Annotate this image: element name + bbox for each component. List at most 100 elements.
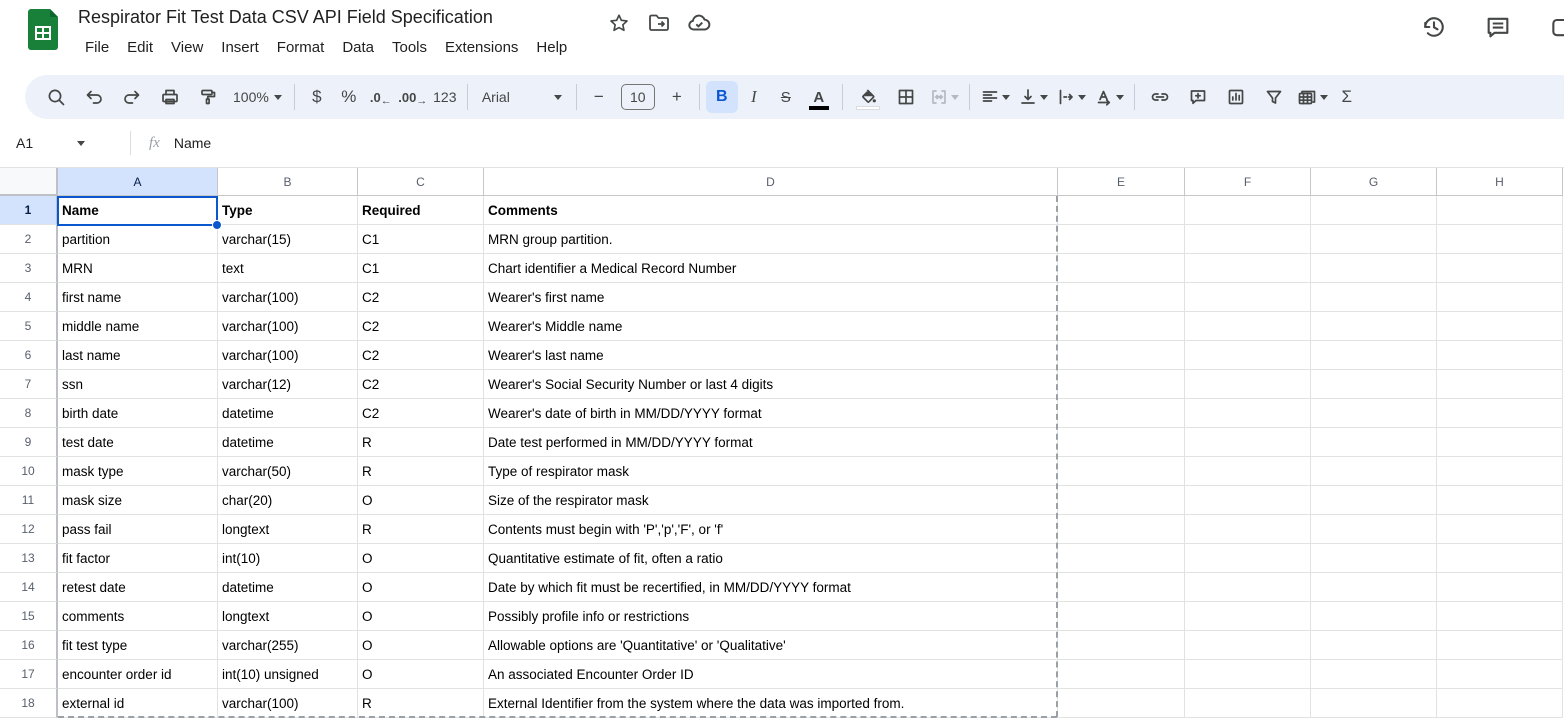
cell-E7[interactable]	[1058, 370, 1185, 399]
cell-F15[interactable]	[1185, 602, 1311, 631]
increase-decimal-button[interactable]: .00→	[397, 81, 429, 113]
cell-D11[interactable]: Size of the respirator mask	[484, 486, 1058, 515]
cell-D7[interactable]: Wearer's Social Security Number or last …	[484, 370, 1058, 399]
cell-E14[interactable]	[1058, 573, 1185, 602]
cell-C4[interactable]: C2	[358, 283, 484, 312]
cell-E5[interactable]	[1058, 312, 1185, 341]
cell-F7[interactable]	[1185, 370, 1311, 399]
decrease-decimal-button[interactable]: .0←	[365, 81, 397, 113]
cell-G17[interactable]	[1311, 660, 1437, 689]
cell-C3[interactable]: C1	[358, 254, 484, 283]
cell-B10[interactable]: varchar(50)	[218, 457, 358, 486]
horizontal-align-button[interactable]	[976, 81, 1014, 113]
cell-H3[interactable]	[1437, 254, 1563, 283]
show-comments-icon[interactable]	[1484, 13, 1512, 41]
cell-G9[interactable]	[1311, 428, 1437, 457]
row-header-14[interactable]: 14	[0, 573, 58, 602]
cell-E16[interactable]	[1058, 631, 1185, 660]
cell-E2[interactable]	[1058, 225, 1185, 254]
sheets-logo-icon[interactable]	[28, 9, 58, 51]
column-header-A[interactable]: A	[58, 168, 218, 196]
row-header-11[interactable]: 11	[0, 486, 58, 515]
row-header-6[interactable]: 6	[0, 341, 58, 370]
increase-font-size-button[interactable]: +	[661, 81, 693, 113]
cell-D1[interactable]: Comments	[484, 196, 1058, 225]
row-header-8[interactable]: 8	[0, 399, 58, 428]
name-box[interactable]: A1	[0, 135, 118, 151]
cell-B17[interactable]: int(10) unsigned	[218, 660, 358, 689]
cell-H5[interactable]	[1437, 312, 1563, 341]
table-views-button[interactable]	[1293, 81, 1331, 113]
cloud-saved-icon[interactable]	[686, 10, 712, 36]
cell-B5[interactable]: varchar(100)	[218, 312, 358, 341]
cell-H14[interactable]	[1437, 573, 1563, 602]
cell-H13[interactable]	[1437, 544, 1563, 573]
cell-E1[interactable]	[1058, 196, 1185, 225]
row-header-3[interactable]: 3	[0, 254, 58, 283]
cell-A5[interactable]: middle name	[58, 312, 218, 341]
cell-E10[interactable]	[1058, 457, 1185, 486]
cell-D16[interactable]: Allowable options are 'Quantitative' or …	[484, 631, 1058, 660]
cell-F17[interactable]	[1185, 660, 1311, 689]
column-header-G[interactable]: G	[1311, 168, 1437, 196]
cell-A6[interactable]: last name	[58, 341, 218, 370]
cell-H9[interactable]	[1437, 428, 1563, 457]
create-filter-button[interactable]	[1255, 81, 1293, 113]
text-color-button[interactable]: A	[802, 81, 836, 113]
menu-file[interactable]: File	[76, 36, 118, 59]
cell-C13[interactable]: O	[358, 544, 484, 573]
cell-E6[interactable]	[1058, 341, 1185, 370]
cell-F6[interactable]	[1185, 341, 1311, 370]
cell-F9[interactable]	[1185, 428, 1311, 457]
cell-E3[interactable]	[1058, 254, 1185, 283]
cell-F2[interactable]	[1185, 225, 1311, 254]
cell-F10[interactable]	[1185, 457, 1311, 486]
cell-D8[interactable]: Wearer's date of birth in MM/DD/YYYY for…	[484, 399, 1058, 428]
cell-C15[interactable]: O	[358, 602, 484, 631]
paint-format-icon[interactable]	[189, 81, 227, 113]
fill-color-button[interactable]	[849, 81, 887, 113]
cell-A9[interactable]: test date	[58, 428, 218, 457]
cell-F4[interactable]	[1185, 283, 1311, 312]
cell-F16[interactable]	[1185, 631, 1311, 660]
column-header-H[interactable]: H	[1437, 168, 1563, 196]
cell-G15[interactable]	[1311, 602, 1437, 631]
menu-data[interactable]: Data	[333, 36, 383, 59]
cell-C11[interactable]: O	[358, 486, 484, 515]
cell-A1[interactable]: Name	[58, 196, 218, 225]
menu-tools[interactable]: Tools	[383, 36, 436, 59]
cell-D9[interactable]: Date test performed in MM/DD/YYYY format	[484, 428, 1058, 457]
row-header-17[interactable]: 17	[0, 660, 58, 689]
cell-E18[interactable]	[1058, 689, 1185, 718]
cell-H6[interactable]	[1437, 341, 1563, 370]
cell-C10[interactable]: R	[358, 457, 484, 486]
cell-G5[interactable]	[1311, 312, 1437, 341]
row-header-1[interactable]: 1	[0, 196, 58, 225]
formula-input[interactable]: Name	[174, 135, 211, 151]
zoom-control[interactable]: 100%	[227, 81, 288, 113]
cell-G10[interactable]	[1311, 457, 1437, 486]
cell-F13[interactable]	[1185, 544, 1311, 573]
cell-F8[interactable]	[1185, 399, 1311, 428]
cell-C8[interactable]: C2	[358, 399, 484, 428]
cell-D6[interactable]: Wearer's last name	[484, 341, 1058, 370]
cell-C18[interactable]: R	[358, 689, 484, 718]
column-header-C[interactable]: C	[358, 168, 484, 196]
cell-H1[interactable]	[1437, 196, 1563, 225]
row-header-10[interactable]: 10	[0, 457, 58, 486]
cell-B2[interactable]: varchar(15)	[218, 225, 358, 254]
undo-icon[interactable]	[75, 81, 113, 113]
text-rotation-button[interactable]	[1090, 81, 1128, 113]
cell-H15[interactable]	[1437, 602, 1563, 631]
cell-D12[interactable]: Contents must begin with 'P','p','F', or…	[484, 515, 1058, 544]
cell-B6[interactable]: varchar(100)	[218, 341, 358, 370]
cell-A11[interactable]: mask size	[58, 486, 218, 515]
cell-A14[interactable]: retest date	[58, 573, 218, 602]
text-wrapping-button[interactable]	[1052, 81, 1090, 113]
star-icon[interactable]	[606, 10, 632, 36]
borders-button[interactable]	[887, 81, 925, 113]
cell-A8[interactable]: birth date	[58, 399, 218, 428]
cell-B1[interactable]: Type	[218, 196, 358, 225]
format-currency-button[interactable]: $	[301, 81, 333, 113]
italic-button[interactable]: I	[738, 81, 770, 113]
